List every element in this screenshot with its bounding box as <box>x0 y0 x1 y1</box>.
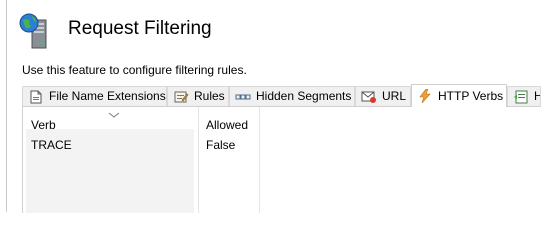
tab-strip: File Name Extensions Rules Hidden Segmen… <box>22 84 541 107</box>
tab-hidden-segments[interactable]: Hidden Segments <box>229 86 355 106</box>
rules-icon <box>174 91 189 103</box>
table-row[interactable]: TRACE False <box>26 137 281 155</box>
cell-verb: TRACE <box>31 138 72 152</box>
panel-border <box>22 107 23 213</box>
tab-label: File Name Extensions <box>49 89 166 103</box>
tab-label: URL <box>382 89 407 103</box>
tab-label: Hidden Segments <box>256 89 352 103</box>
column-header-allowed[interactable]: Allowed <box>206 118 248 132</box>
tab-http-verbs[interactable]: HTTP Verbs <box>411 84 507 107</box>
hidden-segments-icon <box>235 94 251 100</box>
tab-label: H <box>534 87 540 106</box>
server-globe-icon <box>19 13 47 49</box>
tab-file-name-extensions[interactable]: File Name Extensions <box>22 86 167 106</box>
cell-allowed: False <box>206 138 236 152</box>
page-description: Use this feature to configure filtering … <box>22 63 247 77</box>
tab-rules[interactable]: Rules <box>167 86 229 106</box>
column-divider[interactable] <box>198 107 199 213</box>
window-left-border <box>6 0 7 212</box>
tab-label: HTTP Verbs <box>438 89 504 103</box>
tab-url[interactable]: URL <box>355 86 411 106</box>
http-verbs-panel: Verb Allowed TRACE False <box>22 106 541 213</box>
grid-header: Verb Allowed <box>26 112 281 132</box>
page-title: Request Filtering <box>68 18 212 39</box>
url-icon <box>361 91 376 103</box>
tab-label: Rules <box>194 89 225 103</box>
http-verbs-icon <box>419 89 431 103</box>
file-extension-icon <box>30 90 42 104</box>
column-header-verb[interactable]: Verb <box>31 118 56 132</box>
headers-icon <box>514 90 528 104</box>
tab-headers[interactable]: H <box>507 86 541 106</box>
grid-right-border <box>259 107 260 213</box>
sort-chevron-down-icon[interactable] <box>108 112 120 119</box>
